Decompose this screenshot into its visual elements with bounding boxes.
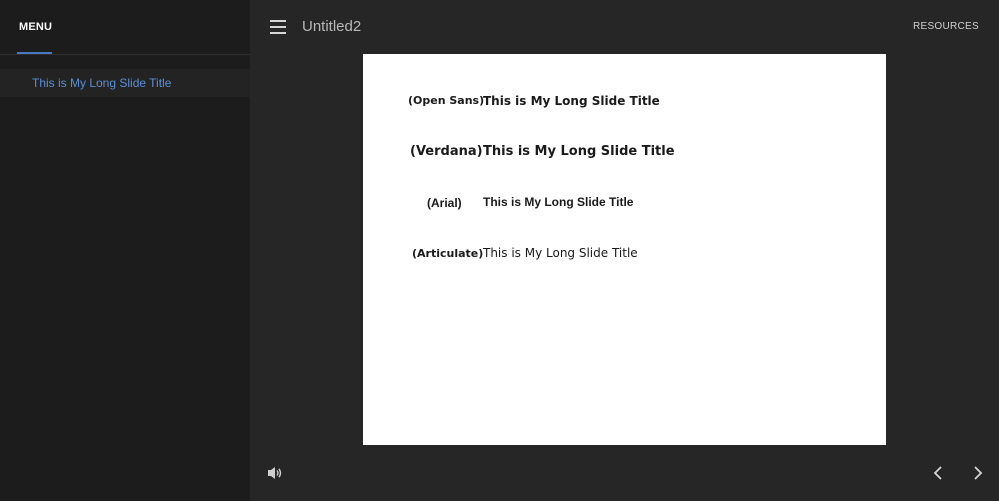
font-label-articulate: (Articulate) [412,247,484,260]
sidebar-item-slide-1[interactable]: This is My Long Slide Title [0,69,250,97]
tab-active-indicator [17,52,52,54]
volume-icon [268,467,282,479]
font-label-open-sans: (Open Sans) [408,94,485,107]
sample-text-open-sans: This is My Long Slide Title [483,94,660,108]
next-slide-button[interactable] [968,463,988,483]
tab-menu-label: MENU [19,21,53,33]
sample-text-verdana: This is My Long Slide Title [483,144,675,159]
chevron-right-icon [974,466,983,480]
sample-text-articulate: This is My Long Slide Title [483,246,638,260]
font-label-arial: (Arial) [427,196,462,210]
font-label-verdana: (Verdana) [410,144,483,159]
resources-button[interactable]: RESOURCES [913,21,979,32]
sample-text-arial: This is My Long Slide Title [483,195,634,209]
chevron-left-icon [933,466,942,480]
previous-slide-button[interactable] [928,463,948,483]
hamburger-menu-icon[interactable] [270,20,286,34]
sidebar: MENU This is My Long Slide Title [0,0,250,501]
tab-menu[interactable]: MENU [17,0,52,55]
volume-button[interactable] [266,465,284,481]
sidebar-item-label: This is My Long Slide Title [32,76,172,90]
slide-canvas: (Open Sans) This is My Long Slide Title … [363,54,886,445]
page-title: Untitled2 [302,18,362,35]
sidebar-header: MENU [0,0,250,55]
